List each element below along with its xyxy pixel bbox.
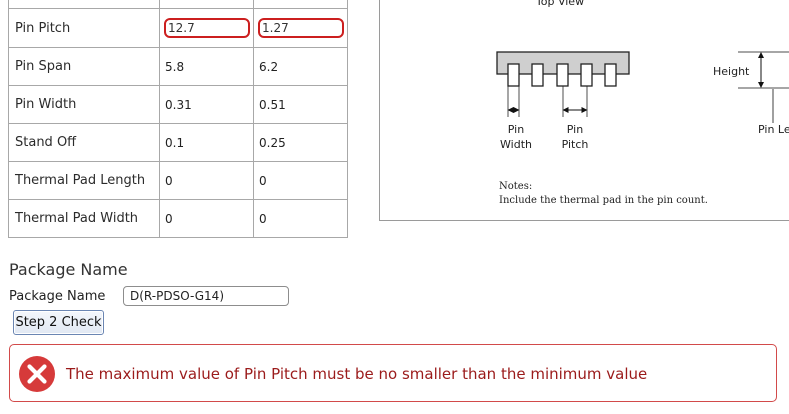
- package-diagram: Top View Pin Width Pin Pitch Height Pin …: [379, 0, 789, 221]
- package-name-heading: Package Name: [9, 260, 128, 279]
- pin-pitch-label-2: Pitch: [562, 138, 589, 151]
- row-label: Pin Width: [8, 85, 160, 124]
- step-2-check-button[interactable]: Step 2 Check: [13, 310, 104, 335]
- error-text: The maximum value of Pin Pitch must be n…: [66, 365, 648, 383]
- pin-width-max-value[interactable]: 0.51: [253, 85, 348, 124]
- diagram-title: Top View: [535, 0, 584, 8]
- notes-title: Notes:: [499, 181, 533, 192]
- table-row: [8, 0, 348, 9]
- pin-span-min-value[interactable]: 5.8: [159, 47, 254, 86]
- pin-width-label-1: Pin: [508, 123, 524, 136]
- stand-off-max-value[interactable]: 0.25: [253, 123, 348, 162]
- error-x-icon: [19, 356, 55, 392]
- package-name-input[interactable]: [123, 286, 289, 306]
- thermal-pad-width-min-value[interactable]: 0: [159, 199, 254, 238]
- row-label: Stand Off: [8, 123, 160, 162]
- diagram-notes: Notes: Include the thermal pad in the pi…: [499, 180, 708, 208]
- thermal-pad-width-max-value[interactable]: 0: [253, 199, 348, 238]
- table-row-pin-pitch: Pin Pitch: [8, 8, 348, 48]
- pin-pitch-max-input[interactable]: [258, 18, 344, 38]
- pin-pitch-min-input[interactable]: [164, 18, 250, 38]
- dimension-table: Pin Pitch Pin Span 5.8 6.2 Pin Width 0.3…: [8, 0, 348, 238]
- table-row-thermal-pad-length: Thermal Pad Length 0 0: [8, 161, 348, 200]
- row-label: Thermal Pad Length: [8, 161, 160, 200]
- row-label: Pin Pitch: [8, 8, 160, 48]
- pin-length-label: Pin Le: [758, 123, 789, 136]
- table-row-stand-off: Stand Off 0.1 0.25: [8, 123, 348, 162]
- pin-pitch-label-1: Pin: [567, 123, 583, 136]
- thermal-pad-length-min-value[interactable]: 0: [159, 161, 254, 200]
- row-label: Thermal Pad Width: [8, 199, 160, 238]
- package-name-label: Package Name: [9, 289, 106, 304]
- pin-width-label-2: Width: [500, 138, 532, 151]
- stand-off-min-value[interactable]: 0.1: [159, 123, 254, 162]
- row-label: Pin Span: [8, 47, 160, 86]
- notes-text: Include the thermal pad in the pin count…: [499, 195, 708, 206]
- pin-width-min-value[interactable]: 0.31: [159, 85, 254, 124]
- table-row-pin-width: Pin Width 0.31 0.51: [8, 85, 348, 124]
- error-message-box: The maximum value of Pin Pitch must be n…: [9, 344, 777, 402]
- table-row-thermal-pad-width: Thermal Pad Width 0 0: [8, 199, 348, 238]
- height-label: Height: [713, 65, 750, 78]
- table-row-pin-span: Pin Span 5.8 6.2: [8, 47, 348, 86]
- height-dimension: [738, 51, 789, 123]
- thermal-pad-length-max-value[interactable]: 0: [253, 161, 348, 200]
- pin-span-max-value[interactable]: 6.2: [253, 47, 348, 86]
